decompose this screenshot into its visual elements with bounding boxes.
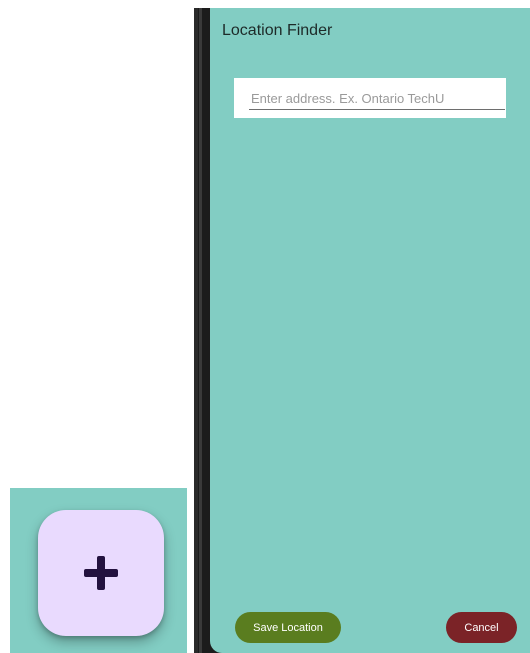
location-finder-screen: Location Finder Save Location Cancel xyxy=(210,8,530,653)
address-card xyxy=(234,78,506,118)
phone-frame: Location Finder Save Location Cancel xyxy=(194,8,530,653)
address-input[interactable] xyxy=(249,88,505,110)
phone-bezel xyxy=(194,8,198,653)
add-fab-button[interactable] xyxy=(38,510,164,636)
page: Location Finder Save Location Cancel xyxy=(0,0,530,653)
app-title: Location Finder xyxy=(222,22,333,39)
fab-preview-panel xyxy=(10,488,187,653)
save-location-button[interactable]: Save Location xyxy=(235,612,341,643)
plus-icon xyxy=(84,556,118,590)
phone-bezel-inner xyxy=(199,8,202,653)
cancel-button[interactable]: Cancel xyxy=(446,612,517,643)
